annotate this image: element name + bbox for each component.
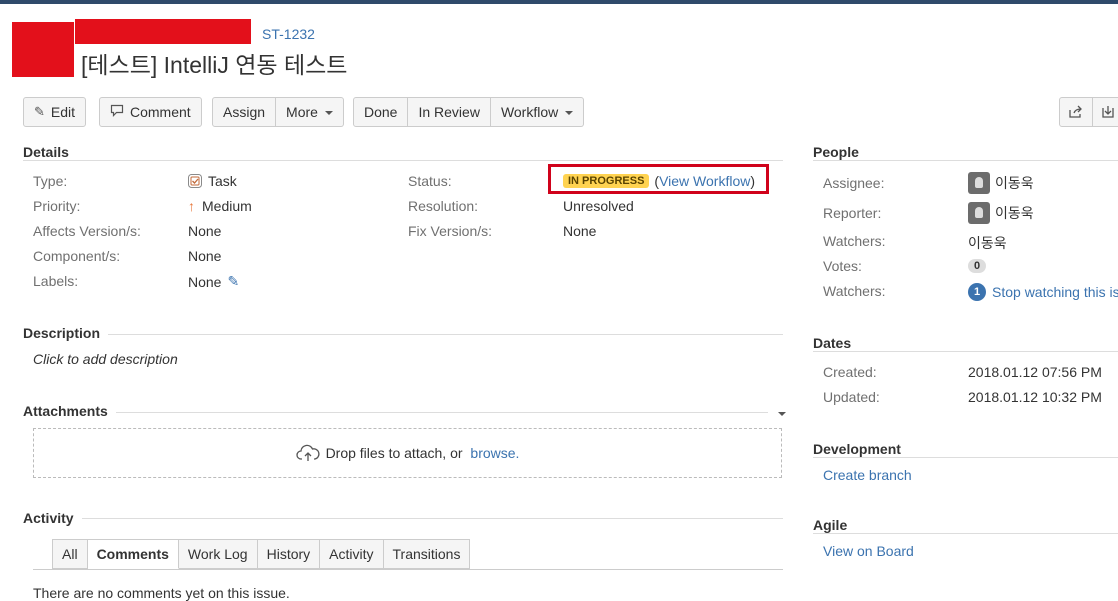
type-label: Type:: [33, 173, 68, 189]
comment-group: Comment: [99, 97, 202, 127]
top-bar: [0, 0, 1118, 4]
attachment-dropzone[interactable]: Drop files to attach, or browse.: [33, 428, 782, 478]
stop-watching-link[interactable]: Stop watching this issue: [992, 284, 1118, 300]
development-heading: Development: [813, 441, 909, 457]
view-on-board-link[interactable]: View on Board: [823, 543, 914, 559]
assign-group: Assign More: [212, 97, 344, 127]
status-value: IN PROGRESS (View Workflow): [563, 173, 755, 189]
votes-label: Votes:: [823, 258, 862, 274]
issue-key-link[interactable]: ST-1232: [262, 26, 315, 42]
edit-group: ✎ Edit: [23, 97, 87, 127]
watchers-count-label: Watchers:: [823, 283, 886, 299]
in-review-button[interactable]: In Review: [408, 97, 491, 127]
fix-version-label: Fix Version/s:: [408, 223, 493, 239]
component-value[interactable]: None: [188, 248, 221, 264]
chevron-down-icon[interactable]: [778, 412, 786, 416]
attachments-divider: [23, 412, 768, 413]
status-lozenge: IN PROGRESS: [563, 174, 650, 188]
create-branch-link[interactable]: Create branch: [823, 467, 912, 483]
share-export-group: [1059, 97, 1118, 127]
done-button[interactable]: Done: [353, 97, 409, 127]
export-icon: [1102, 106, 1114, 118]
agile-divider: [813, 533, 1118, 534]
pencil-icon: ✎: [34, 104, 45, 119]
priority-label: Priority:: [33, 198, 81, 214]
development-divider: [813, 457, 1118, 458]
agile-heading: Agile: [813, 517, 856, 533]
cloud-upload-icon: [295, 444, 320, 461]
people-heading: People: [813, 144, 867, 160]
task-icon: [188, 174, 202, 188]
share-button[interactable]: [1059, 97, 1093, 127]
tab-all[interactable]: All: [52, 539, 88, 569]
labels-value[interactable]: None ✎: [188, 273, 239, 290]
type-value: Task: [188, 173, 237, 189]
project-avatar[interactable]: [12, 22, 74, 77]
watchers-label: Watchers:: [823, 233, 886, 249]
people-divider: [813, 160, 1118, 161]
resolution-label: Resolution:: [408, 198, 479, 214]
details-divider: [23, 160, 783, 161]
priority-value: ↑ Medium: [188, 198, 252, 214]
tab-transitions[interactable]: Transitions: [383, 539, 471, 569]
reporter-value[interactable]: 이동욱: [968, 202, 1034, 224]
tabs-baseline: [33, 569, 783, 570]
created-label: Created:: [823, 364, 877, 380]
attachments-heading: Attachments: [23, 403, 116, 419]
no-comments-text: There are no comments yet on this issue.: [33, 585, 290, 601]
more-button[interactable]: More: [276, 97, 344, 127]
arrow-up-icon: ↑: [188, 198, 195, 214]
share-icon: [1069, 105, 1082, 118]
votes-badge: 0: [968, 259, 987, 273]
avatar: [968, 172, 990, 194]
chevron-down-icon: [324, 111, 333, 115]
export-button[interactable]: [1093, 97, 1118, 127]
watch-control[interactable]: 1 Stop watching this issue: [968, 283, 1118, 301]
tab-work-log[interactable]: Work Log: [178, 539, 258, 569]
tab-comments[interactable]: Comments: [87, 539, 179, 569]
issue-title[interactable]: [테스트] IntelliJ 연동 테스트: [81, 46, 347, 80]
assignee-value[interactable]: 이동욱: [968, 172, 1034, 194]
comment-button[interactable]: Comment: [99, 97, 202, 127]
watch-count-badge: 1: [968, 283, 986, 301]
labels-label: Labels:: [33, 273, 79, 289]
dates-divider: [813, 351, 1118, 352]
votes-value[interactable]: 0: [968, 259, 987, 273]
description-heading: Description: [23, 325, 109, 341]
details-heading: Details: [23, 144, 77, 160]
edit-button[interactable]: ✎ Edit: [23, 97, 87, 127]
assignee-label: Assignee:: [823, 175, 885, 191]
pencil-icon[interactable]: ✎: [227, 273, 239, 290]
description-divider: [23, 334, 783, 335]
fix-version-value[interactable]: None: [563, 223, 596, 239]
activity-heading: Activity: [23, 510, 82, 526]
assign-button[interactable]: Assign: [212, 97, 277, 127]
transition-group: Done In Review Workflow: [353, 97, 585, 127]
tab-history[interactable]: History: [257, 539, 321, 569]
view-workflow-link[interactable]: View Workflow: [659, 173, 750, 189]
watchers-value: 이동욱: [968, 235, 1007, 251]
description-placeholder[interactable]: Click to add description: [33, 351, 178, 367]
updated-value: 2018.01.12 10:32 PM: [968, 389, 1102, 405]
activity-tabs: All Comments Work Log History Activity T…: [52, 539, 471, 569]
updated-label: Updated:: [823, 389, 880, 405]
affects-version-value[interactable]: None: [188, 223, 221, 239]
redacted-project-name: [75, 19, 251, 44]
browse-link[interactable]: browse.: [470, 445, 519, 461]
dates-heading: Dates: [813, 335, 860, 351]
resolution-value: Unresolved: [563, 198, 634, 214]
chevron-down-icon: [565, 111, 574, 115]
created-value: 2018.01.12 07:56 PM: [968, 364, 1102, 380]
workflow-button[interactable]: Workflow: [490, 97, 585, 127]
affects-version-label: Affects Version/s:: [33, 223, 141, 239]
activity-divider: [23, 518, 783, 519]
reporter-label: Reporter:: [823, 205, 882, 221]
avatar: [968, 202, 990, 224]
tab-activity[interactable]: Activity: [320, 539, 384, 569]
component-label: Component/s:: [33, 248, 121, 264]
status-label: Status:: [408, 173, 452, 189]
comment-icon: [110, 104, 124, 120]
